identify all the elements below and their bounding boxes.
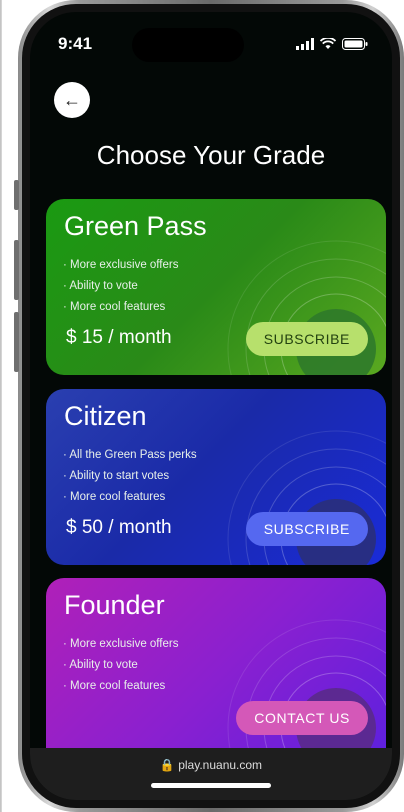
adjacent-phone-edge bbox=[0, 0, 2, 812]
feature-list: · All the Green Pass perks · Ability to … bbox=[63, 445, 197, 508]
status-icons bbox=[296, 38, 368, 50]
feature-item: · More cool features bbox=[63, 680, 166, 692]
feature-item: · Ability to start votes bbox=[63, 470, 170, 482]
plan-price: $ 15 / month bbox=[66, 327, 172, 348]
plan-name: Green Pass bbox=[64, 211, 207, 241]
plan-card-green-pass: Green Pass · More exclusive offers · Abi… bbox=[46, 199, 386, 375]
subscribe-button[interactable]: SUBSCRIBE bbox=[245, 512, 368, 546]
feature-item: · Ability to vote bbox=[63, 280, 138, 292]
home-indicator[interactable] bbox=[151, 783, 271, 788]
plan-card-citizen: Citizen · All the Green Pass perks · Abi… bbox=[46, 389, 386, 565]
dynamic-island bbox=[132, 28, 244, 62]
status-time: 9:41 bbox=[58, 34, 93, 53]
plan-price: $ 50 / month bbox=[66, 517, 172, 538]
feature-item: · More cool features bbox=[63, 491, 166, 503]
feature-item: · More exclusive offers bbox=[63, 259, 179, 271]
contact-us-button[interactable]: CONTACT US bbox=[236, 701, 368, 735]
back-arrow-icon: ← bbox=[63, 89, 81, 110]
url-text: play.nuanu.com bbox=[178, 758, 263, 772]
feature-item: · Ability to vote bbox=[63, 659, 138, 671]
url-display[interactable]: 🔒 play.nuanu.com bbox=[30, 758, 392, 772]
browser-url-bar[interactable]: 🔒 play.nuanu.com bbox=[30, 748, 392, 800]
mute-switch bbox=[14, 180, 19, 210]
plan-name: Citizen bbox=[64, 401, 147, 431]
lock-icon: 🔒 bbox=[159, 758, 175, 772]
feature-item: · More exclusive offers bbox=[63, 638, 179, 650]
feature-item: · All the Green Pass perks bbox=[63, 449, 197, 461]
feature-item: · More cool features bbox=[63, 301, 166, 313]
page-title: Choose Your Grade bbox=[96, 140, 326, 170]
wifi-icon bbox=[320, 38, 336, 49]
signal-icon bbox=[296, 38, 314, 50]
back-button[interactable]: ← bbox=[54, 82, 90, 118]
feature-list: · More exclusive offers · Ability to vot… bbox=[63, 255, 178, 318]
feature-list: · More exclusive offers · Ability to vot… bbox=[63, 634, 178, 697]
plan-name: Founder bbox=[64, 590, 165, 620]
volume-down-button bbox=[14, 312, 19, 372]
status-bar: 9:41 bbox=[30, 12, 392, 62]
battery-icon bbox=[342, 38, 368, 50]
volume-up-button bbox=[14, 240, 19, 300]
subscribe-button[interactable]: SUBSCRIBE bbox=[245, 322, 368, 356]
phone-screen: 9:41 ← Choose Your Grade Green Pass · Mo… bbox=[30, 12, 392, 800]
